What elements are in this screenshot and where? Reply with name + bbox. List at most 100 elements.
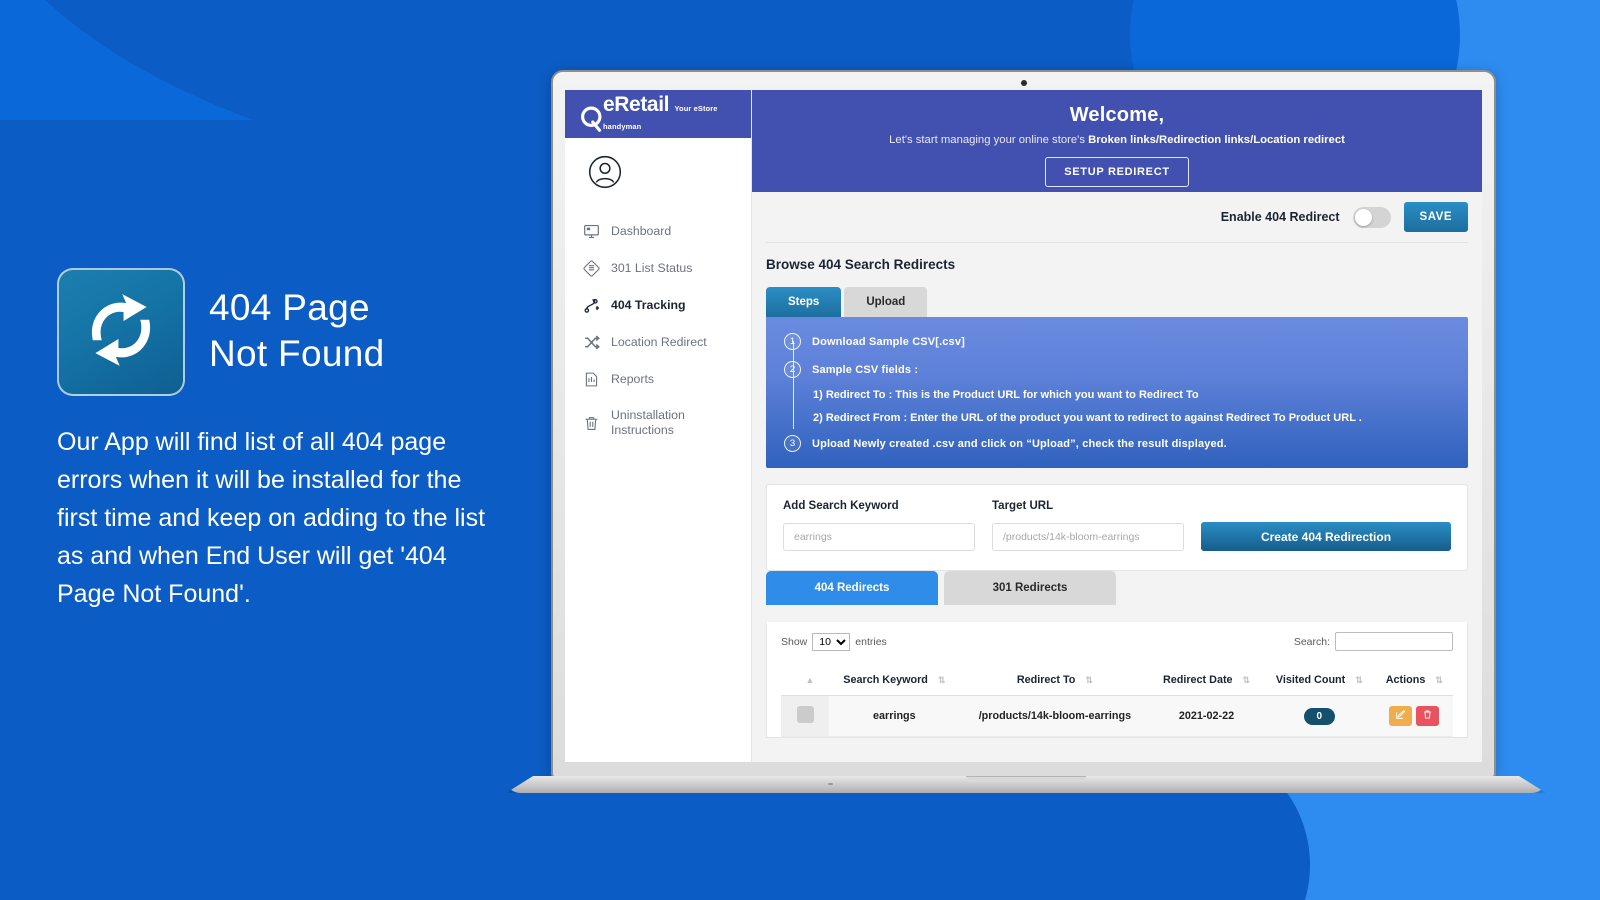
promo-headline: 404 Page Not Found [209,285,384,377]
enable-redirect-row: Enable 404 Redirect SAVE [752,192,1482,242]
toggle-knob [1354,208,1372,226]
column-redirect-to[interactable]: Redirect To ⇅ [959,668,1151,696]
browse-section-title: Browse 404 Search Redirects [766,257,956,272]
column-label: Visited Count [1275,674,1346,686]
sidebar: eRetail Your eStore handyman Dashboard 3… [565,90,752,762]
laptop-lid: eRetail Your eStore handyman Dashboard 3… [551,70,1496,778]
edit-row-button[interactable] [1389,706,1413,726]
enable-redirect-label: Enable 404 Redirect [1220,210,1340,224]
user-avatar-icon[interactable] [587,155,623,194]
cell-redirect-date: 2021-02-22 [1150,695,1263,737]
redirects-table-section: 404 Redirects 301 Redirects Show 10 entr… [766,571,1468,738]
sidebar-item-label: Location Redirect [611,335,707,349]
sidebar-item-404-tracking[interactable]: 404 Tracking [565,287,751,324]
trash-icon [1422,709,1433,723]
sidebar-item-dashboard[interactable]: Dashboard [565,213,751,250]
cell-actions [1375,695,1453,737]
promo-headline-line2: Not Found [209,333,385,374]
sidebar-item-label: Reports [611,372,655,386]
edit-pencil-icon [1395,709,1406,723]
table-body-rows: earrings /products/14k-bloom-earrings 20… [781,695,1453,737]
create-404-redirection-button[interactable]: Create 404 Redirection [1201,522,1451,551]
brand-name: Retail [614,92,670,116]
tab-steps[interactable]: Steps [766,287,842,317]
sidebar-item-uninstallation-instructions[interactable]: Uninstallation Instructions [565,398,751,448]
datatable-card: Show 10 entries Search: ▲ Search Keyword… [766,622,1468,738]
save-button[interactable]: SAVE [1403,202,1468,232]
step-text: Sample CSV fields : [812,363,919,376]
column-redirect-date[interactable]: Redirect Date ⇅ [1150,668,1263,696]
welcome-banner: Welcome, Let's start managing your onlin… [752,90,1482,192]
brand-header: eRetail Your eStore handyman [565,90,751,138]
step-number-badge: 1 [784,333,801,350]
shuffle-icon [583,334,600,351]
tab-upload[interactable]: Upload [844,287,928,317]
column-search-keyword[interactable]: Search Keyword ⇅ [829,668,960,696]
column-select-all[interactable]: ▲ [781,668,829,696]
target-url-field-group: Target URL [992,500,1184,551]
step-text[interactable]: Download Sample CSV[.csv] [812,336,965,348]
column-visited-count[interactable]: Visited Count ⇅ [1262,668,1376,696]
webcam-dot-icon [1020,80,1027,86]
cell-search-keyword: earrings [829,695,960,737]
promo-headline-line1: 404 Page [209,287,370,328]
route-tracking-icon [583,297,600,314]
sidebar-item-label: Dashboard [611,224,672,238]
sort-icon: ⇅ [1355,675,1363,686]
datatable-controls: Show 10 entries Search: [781,632,1453,651]
steps-instructions-panel: 1 Download Sample CSV[.csv] 2 Sample CSV… [766,317,1468,468]
sort-asc-icon: ▲ [805,675,815,686]
show-label: Show [781,635,808,648]
target-url-input[interactable] [992,523,1184,551]
search-keyword-input[interactable] [783,523,975,551]
cell-visited-count: 0 [1262,695,1376,737]
create-redirect-form: Add Search Keyword Target URL Create 404… [766,484,1468,571]
promo-body-copy: Our App will find list of all 404 page e… [57,428,486,608]
brand-wordmark: eRetail Your eStore handyman [603,92,751,134]
laptop-mockup: eRetail Your eStore handyman Dashboard 3… [506,70,1546,793]
main-content: Welcome, Let's start managing your onlin… [752,90,1482,762]
sidebar-item-location-redirect[interactable]: Location Redirect [565,324,751,361]
app-window: eRetail Your eStore handyman Dashboard 3… [565,90,1482,762]
page-size-control: Show 10 entries [781,632,887,651]
enable-redirect-toggle[interactable] [1352,206,1391,228]
column-label: Redirect Date [1162,674,1233,686]
entries-label: entries [855,635,887,648]
row-select-cell[interactable] [781,695,829,737]
brand-logo[interactable]: eRetail Your eStore handyman [577,92,751,134]
table-search-input[interactable] [1335,632,1453,651]
table-row[interactable]: earrings /products/14k-bloom-earrings 20… [781,695,1453,737]
column-label: Actions [1385,674,1426,686]
monitor-icon [583,223,600,240]
row-action-buttons [1380,706,1449,726]
sort-icon: ⇅ [937,675,946,686]
delete-row-button[interactable] [1416,706,1440,726]
welcome-title: Welcome, [1069,104,1165,126]
keyword-field-group: Add Search Keyword [783,500,975,551]
welcome-subtitle-plain: Let's start managing your online store's [889,134,1089,146]
sidebar-item-label: 404 Tracking [611,298,686,312]
sidebar-item-reports[interactable]: Reports [565,361,751,398]
page-size-select[interactable]: 10 [812,632,851,651]
table-head: ▲ Search Keyword ⇅ Redirect To ⇅ Redirect … [781,668,1453,696]
submit-group: Create 404 Redirection [1201,500,1451,551]
setup-redirect-button[interactable]: SETUP REDIRECT [1045,157,1189,187]
step-number-badge: 3 [784,435,801,452]
q-circle-icon [577,104,607,134]
substep-redirect-to: 1) Redirect To : This is the Product URL… [813,389,1199,401]
table-header-row: ▲ Search Keyword ⇅ Redirect To ⇅ Redirect … [781,668,1453,696]
trash-icon [583,415,600,432]
tab-404-redirects[interactable]: 404 Redirects [766,571,938,605]
sidebar-item-301-list-status[interactable]: 301 List Status [565,250,751,287]
laptop-base-dot [828,783,834,785]
steps-upload-tabs: Steps Upload [766,287,1468,317]
report-document-icon [583,371,600,388]
diamond-list-icon [583,260,600,277]
column-actions[interactable]: Actions ⇅ [1375,668,1453,696]
sidebar-avatar-row [565,138,751,211]
row-checkbox[interactable] [796,706,814,723]
laptop-screen: eRetail Your eStore handyman Dashboard 3… [565,90,1482,762]
welcome-subtitle-bold: Broken links/Redirection links/Location … [1088,134,1345,146]
tab-301-redirects[interactable]: 301 Redirects [944,571,1116,605]
step-text: Upload Newly created .csv and click on “… [812,437,1227,450]
